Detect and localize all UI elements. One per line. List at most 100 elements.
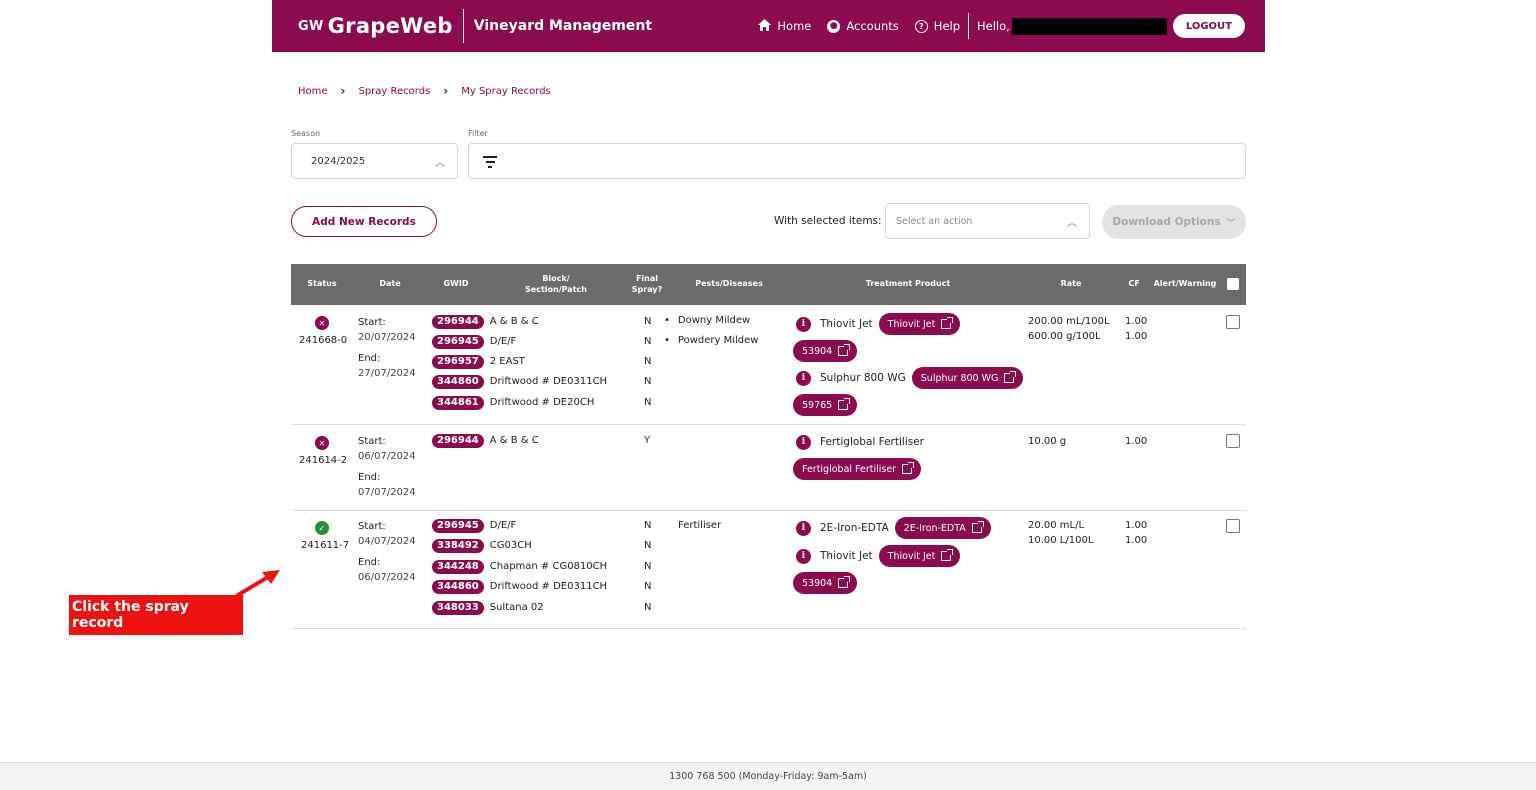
col-final-spray[interactable]: Final Spray? (627, 264, 667, 305)
gwid-badge[interactable]: 296944 (432, 314, 484, 329)
gwid-badge[interactable]: 344860 (432, 579, 484, 594)
nav-home[interactable]: Home (758, 18, 812, 34)
col-gwid[interactable]: GWID (431, 264, 481, 305)
gwid-line: 296957 2 EAST (432, 354, 525, 369)
col-treatment[interactable]: Treatment Product (851, 264, 965, 305)
nav-help-label: Help (933, 19, 961, 33)
gwid-badge[interactable]: 338492 (432, 538, 484, 553)
filter-input[interactable] (468, 143, 1246, 179)
info-icon[interactable]: i (796, 434, 811, 450)
season-label: Season (291, 129, 321, 138)
record-id[interactable]: 241668-0 (299, 335, 347, 346)
col-block[interactable]: Block/ Section/Patch (511, 264, 601, 305)
logout-button[interactable]: LOGOUT (1172, 14, 1245, 38)
season-value: 2024/2025 (311, 155, 366, 167)
col-cf[interactable]: CF (1124, 264, 1144, 305)
treatment-link[interactable]: 2E-Iron-EDTA (894, 517, 991, 539)
row-checkbox[interactable] (1226, 519, 1240, 533)
chevron-up-icon: ︿ (435, 158, 445, 169)
block-name: A & B & C (489, 316, 539, 327)
block-name: 2 EAST (489, 356, 525, 367)
cf-value: 1.00 (1125, 436, 1148, 447)
info-icon[interactable]: i (796, 316, 811, 332)
date-cell: Start: 04/07/2024 End: 06/07/2024 (358, 519, 416, 585)
gwid-badge[interactable]: 344860 (432, 374, 484, 389)
cf-cell: 1.00 1.00 (1125, 314, 1147, 344)
download-options-button[interactable]: Download Options ﹀ (1102, 205, 1246, 239)
breadcrumb-spray-records[interactable]: Spray Records (358, 86, 430, 97)
bulk-action-select[interactable]: Select an action ︿ (885, 203, 1090, 239)
pest-item: • Downy Mildew (664, 315, 751, 326)
info-icon[interactable]: i (796, 370, 811, 386)
gwid-badge[interactable]: 344861 (432, 395, 484, 410)
final-spray-value: N (644, 520, 652, 531)
gwid-line: 344248 Chapman # CG0810CH (432, 559, 607, 574)
external-link-icon (838, 576, 851, 588)
hello-text: Hello, (977, 19, 1010, 33)
start-date: 04/07/2024 (358, 536, 416, 547)
treatment-code-link[interactable]: 53904 (793, 572, 858, 594)
end-label: End: (358, 353, 381, 364)
treatment-code-link[interactable]: 59765 (793, 394, 858, 416)
logo-mark: GW (298, 18, 324, 34)
gwid-line: 344860 Driftwood # DE0311CH (432, 374, 607, 389)
col-pests[interactable]: Pests/Diseases (687, 264, 771, 305)
gwid-badge[interactable]: 348033 (432, 600, 484, 615)
gwid-badge[interactable]: 344248 (432, 559, 484, 574)
select-all-checkbox[interactable] (1227, 278, 1239, 290)
row-checkbox[interactable] (1226, 315, 1240, 329)
col-status[interactable]: Status (291, 264, 353, 305)
add-new-records-button[interactable]: Add New Records (291, 206, 437, 237)
external-link-icon (971, 521, 984, 533)
start-date: 20/07/2024 (358, 332, 416, 343)
record-id[interactable]: 241614-2 (299, 455, 347, 466)
rate-cell: 200.00 mL/100L 600.00 g/100L (1028, 314, 1110, 344)
start-date: 06/07/2024 (358, 451, 416, 462)
gwid-badge[interactable]: 296945 (432, 334, 484, 349)
logo[interactable]: GW GrapeWeb (298, 14, 453, 38)
col-date[interactable]: Date (359, 264, 421, 305)
pest-name: Fertiliser (678, 520, 722, 531)
chevron-right-icon: › (340, 84, 346, 98)
treatment-link[interactable]: Thiovit Jet (878, 545, 961, 567)
treatment-link[interactable]: Thiovit Jet (878, 313, 961, 335)
top-navbar: GW GrapeWeb Vineyard Management Home ● A… (272, 0, 1265, 52)
info-icon[interactable]: i (796, 520, 811, 536)
with-selected-label: With selected items: (774, 215, 882, 227)
table-row[interactable]: ✕ 241668-0 Start: 20/07/2024 End: 27/07/… (291, 305, 1246, 425)
gwid-badge[interactable]: 296944 (432, 433, 484, 448)
cf-cell: 1.00 (1125, 434, 1147, 449)
gwid-line: 344860 Driftwood # DE0311CH (432, 579, 607, 594)
nav-help[interactable]: ? Help (914, 19, 961, 33)
treatment-link-label: Thiovit Jet (887, 550, 936, 562)
season-select[interactable]: 2024/2025 ︿ (291, 143, 458, 179)
col-rate[interactable]: Rate (1051, 264, 1091, 305)
gwid-badge[interactable]: 296945 (432, 518, 484, 533)
chevron-right-icon: › (443, 84, 449, 98)
nav-home-label: Home (777, 19, 812, 33)
filter-label: Filter (468, 129, 488, 138)
table-row[interactable]: ✕ 241614-2 Start: 06/07/2024 End: 07/07/… (291, 425, 1246, 511)
pest-item: Fertiliser (678, 520, 721, 531)
record-id[interactable]: 241611-7 (301, 540, 349, 551)
filter-icon[interactable] (483, 156, 497, 171)
gwid-line: 296945 D/E/F (432, 518, 516, 533)
col-alert[interactable]: Alert/Warning (1149, 264, 1221, 305)
final-spray-value: N (644, 581, 652, 592)
nav-accounts[interactable]: ● Accounts (827, 19, 899, 33)
treatment-code-link[interactable]: 53904 (793, 340, 858, 362)
breadcrumb-my-spray-records[interactable]: My Spray Records (461, 86, 551, 97)
table-row[interactable]: ✓ 241611-7 Start: 04/07/2024 End: 06/07/… (291, 511, 1246, 629)
breadcrumb-home[interactable]: Home (298, 86, 328, 97)
redacted-username (1011, 17, 1167, 35)
user-circle-icon: ● (827, 19, 841, 33)
final-spray-value: N (644, 316, 652, 327)
treatment-link[interactable]: Sulphur 800 WG (911, 367, 1024, 389)
info-icon[interactable]: i (796, 548, 811, 564)
annotation-arrow-icon (236, 570, 280, 597)
treatment-link[interactable]: Fertiglobal Fertiliser (793, 458, 922, 480)
block-name: D/E/F (489, 336, 517, 347)
rate-cell: 10.00 g (1028, 434, 1066, 449)
gwid-badge[interactable]: 296957 (432, 354, 484, 369)
row-checkbox[interactable] (1226, 434, 1240, 448)
